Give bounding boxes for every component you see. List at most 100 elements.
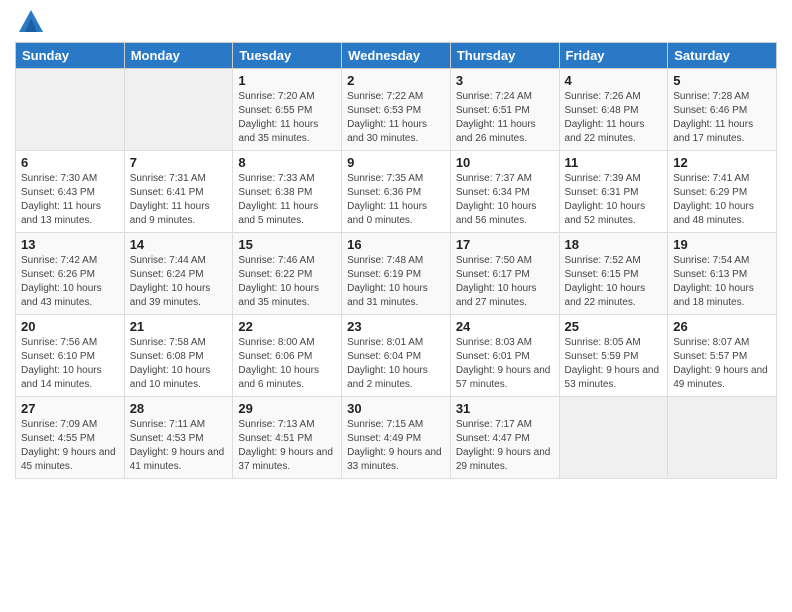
day-number: 29	[238, 401, 336, 416]
day-number: 2	[347, 73, 445, 88]
calendar-cell: 25 Sunrise: 8:05 AM Sunset: 5:59 PM Dayli…	[559, 315, 668, 397]
day-number: 3	[456, 73, 554, 88]
calendar-cell: 9 Sunrise: 7:35 AM Sunset: 6:36 PM Daylig…	[342, 151, 451, 233]
weekday-header-monday: Monday	[124, 43, 233, 69]
calendar-cell: 24 Sunrise: 8:03 AM Sunset: 6:01 PM Dayli…	[450, 315, 559, 397]
day-number: 11	[565, 155, 663, 170]
day-number: 23	[347, 319, 445, 334]
day-info: Sunrise: 7:39 AM Sunset: 6:31 PM Dayligh…	[565, 172, 663, 228]
day-info: Sunrise: 8:07 AM Sunset: 5:57 PM Dayligh…	[673, 336, 771, 392]
day-info: Sunrise: 7:52 AM Sunset: 6:15 PM Dayligh…	[565, 254, 663, 310]
day-info: Sunrise: 7:50 AM Sunset: 6:17 PM Dayligh…	[456, 254, 554, 310]
day-number: 16	[347, 237, 445, 252]
day-info: Sunrise: 7:54 AM Sunset: 6:13 PM Dayligh…	[673, 254, 771, 310]
day-info: Sunrise: 7:11 AM Sunset: 4:53 PM Dayligh…	[130, 418, 228, 474]
calendar-cell: 1 Sunrise: 7:20 AM Sunset: 6:55 PM Daylig…	[233, 69, 342, 151]
day-number: 1	[238, 73, 336, 88]
day-info: Sunrise: 7:22 AM Sunset: 6:53 PM Dayligh…	[347, 90, 445, 146]
calendar-cell	[668, 397, 777, 479]
weekday-header-wednesday: Wednesday	[342, 43, 451, 69]
day-number: 22	[238, 319, 336, 334]
day-info: Sunrise: 7:37 AM Sunset: 6:34 PM Dayligh…	[456, 172, 554, 228]
day-info: Sunrise: 8:05 AM Sunset: 5:59 PM Dayligh…	[565, 336, 663, 392]
logo-icon	[19, 10, 43, 32]
day-info: Sunrise: 7:35 AM Sunset: 6:36 PM Dayligh…	[347, 172, 445, 228]
day-info: Sunrise: 7:26 AM Sunset: 6:48 PM Dayligh…	[565, 90, 663, 146]
day-number: 6	[21, 155, 119, 170]
day-info: Sunrise: 7:42 AM Sunset: 6:26 PM Dayligh…	[21, 254, 119, 310]
day-number: 25	[565, 319, 663, 334]
day-number: 24	[456, 319, 554, 334]
day-info: Sunrise: 7:44 AM Sunset: 6:24 PM Dayligh…	[130, 254, 228, 310]
calendar-cell: 3 Sunrise: 7:24 AM Sunset: 6:51 PM Daylig…	[450, 69, 559, 151]
calendar-cell: 11 Sunrise: 7:39 AM Sunset: 6:31 PM Dayli…	[559, 151, 668, 233]
weekday-header-sunday: Sunday	[16, 43, 125, 69]
day-number: 26	[673, 319, 771, 334]
day-info: Sunrise: 7:24 AM Sunset: 6:51 PM Dayligh…	[456, 90, 554, 146]
day-info: Sunrise: 7:48 AM Sunset: 6:19 PM Dayligh…	[347, 254, 445, 310]
main-container: SundayMondayTuesdayWednesdayThursdayFrid…	[0, 0, 792, 484]
header	[15, 10, 777, 34]
calendar-cell: 14 Sunrise: 7:44 AM Sunset: 6:24 PM Dayli…	[124, 233, 233, 315]
weekday-header-thursday: Thursday	[450, 43, 559, 69]
day-info: Sunrise: 7:20 AM Sunset: 6:55 PM Dayligh…	[238, 90, 336, 146]
weekday-header-tuesday: Tuesday	[233, 43, 342, 69]
week-row-3: 13Sunrise: 7:42 AM Sunset: 6:26 PM Dayli…	[16, 233, 777, 315]
day-info: Sunrise: 7:46 AM Sunset: 6:22 PM Dayligh…	[238, 254, 336, 310]
calendar-cell: 16 Sunrise: 7:48 AM Sunset: 6:19 PM Dayli…	[342, 233, 451, 315]
calendar-cell: 4 Sunrise: 7:26 AM Sunset: 6:48 PM Daylig…	[559, 69, 668, 151]
day-number: 10	[456, 155, 554, 170]
calendar-table: SundayMondayTuesdayWednesdayThursdayFrid…	[15, 42, 777, 479]
day-number: 15	[238, 237, 336, 252]
day-info: Sunrise: 7:28 AM Sunset: 6:46 PM Dayligh…	[673, 90, 771, 146]
calendar-cell	[124, 69, 233, 151]
day-info: Sunrise: 7:31 AM Sunset: 6:41 PM Dayligh…	[130, 172, 228, 228]
day-number: 7	[130, 155, 228, 170]
calendar-cell: 2 Sunrise: 7:22 AM Sunset: 6:53 PM Daylig…	[342, 69, 451, 151]
calendar-cell: 7 Sunrise: 7:31 AM Sunset: 6:41 PM Daylig…	[124, 151, 233, 233]
calendar-cell: 15 Sunrise: 7:46 AM Sunset: 6:22 PM Dayli…	[233, 233, 342, 315]
day-number: 8	[238, 155, 336, 170]
calendar-cell: 30Sunrise: 7:15 AM Sunset: 4:49 PM Dayli…	[342, 397, 451, 479]
day-info: Sunrise: 7:30 AM Sunset: 6:43 PM Dayligh…	[21, 172, 119, 228]
day-number: 27	[21, 401, 119, 416]
calendar-cell: 22 Sunrise: 8:00 AM Sunset: 6:06 PM Dayli…	[233, 315, 342, 397]
logo	[15, 10, 43, 34]
calendar-cell: 5 Sunrise: 7:28 AM Sunset: 6:46 PM Daylig…	[668, 69, 777, 151]
day-number: 21	[130, 319, 228, 334]
day-number: 4	[565, 73, 663, 88]
day-info: Sunrise: 7:56 AM Sunset: 6:10 PM Dayligh…	[21, 336, 119, 392]
day-info: Sunrise: 7:09 AM Sunset: 4:55 PM Dayligh…	[21, 418, 119, 474]
calendar-cell	[559, 397, 668, 479]
calendar-cell: 23Sunrise: 8:01 AM Sunset: 6:04 PM Dayli…	[342, 315, 451, 397]
calendar-cell: 17 Sunrise: 7:50 AM Sunset: 6:17 PM Dayli…	[450, 233, 559, 315]
week-row-5: 27 Sunrise: 7:09 AM Sunset: 4:55 PM Dayli…	[16, 397, 777, 479]
day-number: 9	[347, 155, 445, 170]
calendar-cell: 31 Sunrise: 7:17 AM Sunset: 4:47 PM Dayli…	[450, 397, 559, 479]
calendar-cell: 12Sunrise: 7:41 AM Sunset: 6:29 PM Dayli…	[668, 151, 777, 233]
calendar-cell: 21 Sunrise: 7:58 AM Sunset: 6:08 PM Dayli…	[124, 315, 233, 397]
calendar-cell: 20Sunrise: 7:56 AM Sunset: 6:10 PM Dayli…	[16, 315, 125, 397]
day-info: Sunrise: 7:17 AM Sunset: 4:47 PM Dayligh…	[456, 418, 554, 474]
day-number: 5	[673, 73, 771, 88]
day-info: Sunrise: 8:00 AM Sunset: 6:06 PM Dayligh…	[238, 336, 336, 392]
weekday-header-friday: Friday	[559, 43, 668, 69]
day-info: Sunrise: 7:58 AM Sunset: 6:08 PM Dayligh…	[130, 336, 228, 392]
day-info: Sunrise: 8:03 AM Sunset: 6:01 PM Dayligh…	[456, 336, 554, 392]
day-number: 14	[130, 237, 228, 252]
calendar-cell: 29 Sunrise: 7:13 AM Sunset: 4:51 PM Dayli…	[233, 397, 342, 479]
day-number: 17	[456, 237, 554, 252]
calendar-cell	[16, 69, 125, 151]
weekday-header-row: SundayMondayTuesdayWednesdayThursdayFrid…	[16, 43, 777, 69]
day-info: Sunrise: 7:15 AM Sunset: 4:49 PM Dayligh…	[347, 418, 445, 474]
week-row-4: 20Sunrise: 7:56 AM Sunset: 6:10 PM Dayli…	[16, 315, 777, 397]
day-number: 12	[673, 155, 771, 170]
week-row-1: 1 Sunrise: 7:20 AM Sunset: 6:55 PM Daylig…	[16, 69, 777, 151]
calendar-cell: 13Sunrise: 7:42 AM Sunset: 6:26 PM Dayli…	[16, 233, 125, 315]
weekday-header-saturday: Saturday	[668, 43, 777, 69]
day-info: Sunrise: 7:13 AM Sunset: 4:51 PM Dayligh…	[238, 418, 336, 474]
calendar-cell: 27 Sunrise: 7:09 AM Sunset: 4:55 PM Dayli…	[16, 397, 125, 479]
day-number: 31	[456, 401, 554, 416]
day-info: Sunrise: 7:33 AM Sunset: 6:38 PM Dayligh…	[238, 172, 336, 228]
day-number: 28	[130, 401, 228, 416]
